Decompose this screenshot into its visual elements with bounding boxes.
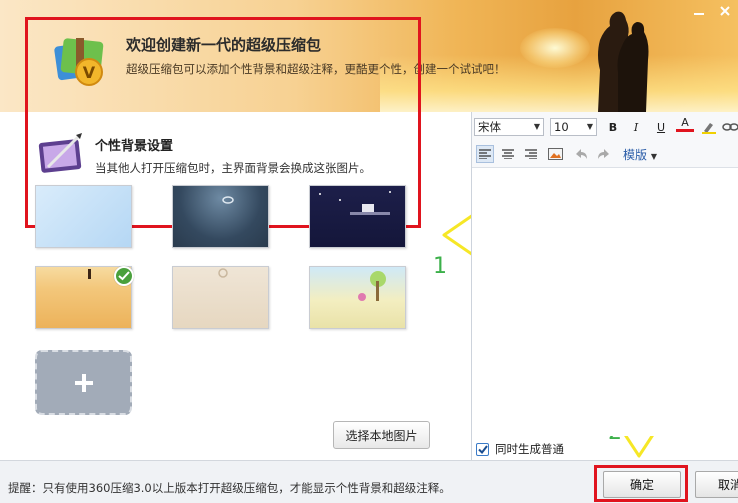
template-dropdown[interactable]: 模版 ▼ bbox=[623, 146, 657, 163]
minimize-button[interactable] bbox=[686, 0, 712, 22]
section-description: 当其他人打开压缩包时，主界面背景会换成这张图片。 bbox=[95, 161, 371, 175]
close-icon bbox=[720, 6, 730, 16]
select-local-image-button[interactable]: 选择本地图片 bbox=[333, 421, 430, 449]
couple-silhouette bbox=[598, 11, 649, 112]
image-icon bbox=[547, 148, 563, 160]
align-center-icon bbox=[502, 149, 514, 159]
thumbnail-light-blue[interactable] bbox=[35, 185, 132, 248]
beige-ring-icon bbox=[218, 268, 228, 278]
cancel-button[interactable]: 取消 bbox=[695, 471, 738, 498]
font-family-value: 宋体 bbox=[478, 120, 501, 134]
align-right-icon bbox=[525, 149, 537, 159]
thumbnail-beige-ring[interactable] bbox=[172, 266, 269, 329]
highlight-button[interactable] bbox=[700, 118, 718, 136]
font-family-select[interactable]: 宋体 ▼ bbox=[474, 118, 544, 136]
underline-button[interactable]: U bbox=[652, 118, 670, 136]
font-size-value: 10 bbox=[554, 120, 569, 134]
add-background-button[interactable] bbox=[35, 350, 132, 415]
align-left-button[interactable] bbox=[476, 145, 494, 163]
chevron-down-icon: ▼ bbox=[586, 122, 593, 131]
footer-tip: 提醒：只有使用360压缩3.0以上版本打开超级压缩包，才能显示个性背景和超级注释… bbox=[8, 481, 451, 495]
undo-icon bbox=[576, 149, 587, 159]
generate-normal-checkbox[interactable] bbox=[476, 442, 489, 456]
ring-icon bbox=[222, 196, 234, 204]
insert-image-button[interactable] bbox=[546, 145, 564, 163]
generate-normal-label: 同时生成普通 bbox=[495, 442, 564, 456]
cartoon-beach-icon bbox=[358, 271, 386, 301]
close-button[interactable] bbox=[712, 0, 738, 22]
bold-button[interactable]: B bbox=[604, 118, 622, 136]
checkmark-icon bbox=[477, 444, 488, 454]
undo-button[interactable] bbox=[572, 145, 590, 163]
annotation-step-1: 1 bbox=[433, 254, 447, 279]
generate-normal-checkbox-row[interactable]: 同时生成普通 bbox=[476, 441, 564, 457]
minimize-icon bbox=[694, 13, 704, 15]
font-size-select[interactable]: 10 ▼ bbox=[550, 118, 597, 136]
section-title: 个性背景设置 bbox=[95, 139, 174, 154]
plus-icon bbox=[74, 373, 93, 392]
annotation-editor[interactable] bbox=[472, 168, 738, 436]
selected-check-icon bbox=[114, 266, 134, 286]
redo-button[interactable] bbox=[595, 145, 613, 163]
paint-canvas-icon bbox=[38, 133, 82, 173]
thumbnail-cartoon-beach[interactable] bbox=[309, 266, 406, 329]
italic-button[interactable]: I bbox=[627, 118, 645, 136]
ok-button-highlight bbox=[594, 465, 688, 502]
chevron-down-icon: ▼ bbox=[533, 122, 540, 131]
highlighter-icon bbox=[702, 123, 716, 134]
night-scene-icon bbox=[319, 191, 391, 215]
link-icon bbox=[722, 123, 738, 131]
align-left-icon bbox=[479, 149, 491, 159]
align-right-button[interactable] bbox=[522, 145, 540, 163]
chevron-down-icon: ▼ bbox=[650, 152, 657, 161]
font-color-button[interactable]: A bbox=[676, 116, 694, 132]
align-center-button[interactable] bbox=[499, 145, 517, 163]
link-button[interactable] bbox=[722, 118, 738, 136]
thumbnail-dark-slate-ring[interactable] bbox=[172, 185, 269, 248]
template-label: 模版 bbox=[623, 148, 648, 162]
redo-icon bbox=[598, 149, 609, 159]
thumbnail-night-figure[interactable] bbox=[309, 185, 406, 248]
